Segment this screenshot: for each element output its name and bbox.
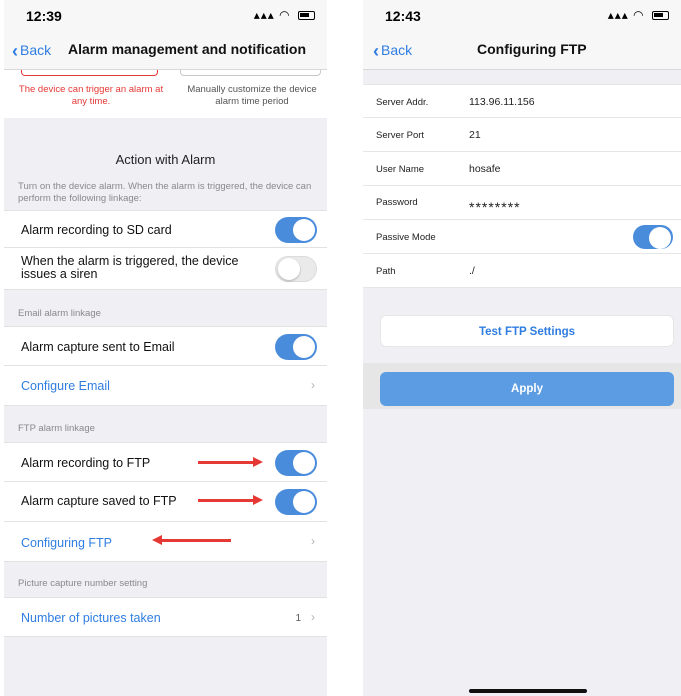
chevron-left-icon: ‹ [373, 41, 379, 61]
server-addr-label: Server Addr. [376, 97, 429, 108]
number-of-pictures-value: 1 [295, 613, 301, 624]
page-title: Alarm management and notification [68, 41, 307, 57]
field-path: Path ./ [363, 254, 681, 288]
number-of-pictures-label: Number of pictures taken [21, 611, 161, 625]
password-label: Password [376, 197, 418, 208]
alarm-type-selector: The device can trigger an alarm at any t… [4, 70, 327, 118]
status-time: 12:39 [26, 8, 62, 24]
wifi-icon: ◠ [633, 8, 645, 22]
row-ftp-capture: Alarm capture saved to FTP [4, 482, 327, 522]
wifi-icon: ◠ [279, 8, 291, 22]
ftp-capture-label: Alarm capture saved to FTP [21, 494, 177, 508]
passive-mode-label: Passive Mode [376, 232, 436, 243]
spacer [363, 70, 681, 84]
passive-mode-toggle[interactable] [633, 225, 673, 249]
picture-section-header: Picture capture number setting [18, 578, 148, 589]
ftp-section-header: FTP alarm linkage [18, 423, 95, 434]
ftp-config-screen: 12:43 ▴▴▴ ◠ ‹ Back Configuring FTP Server… [363, 0, 681, 696]
signal-icon: ▴▴▴ [607, 8, 629, 22]
chevron-right-icon: › [311, 378, 315, 392]
server-addr-input[interactable]: 113.96.11.156 [469, 96, 535, 108]
password-input[interactable]: ******** [469, 199, 521, 215]
back-label: Back [20, 42, 52, 58]
back-label: Back [381, 42, 413, 58]
row-configuring-ftp[interactable]: Configuring FTP › [4, 522, 327, 562]
home-indicator[interactable] [469, 689, 587, 693]
sd-recording-label: Alarm recording to SD card [21, 223, 172, 237]
battery-icon [652, 11, 669, 20]
signal-icon: ▴▴▴ [253, 8, 275, 22]
annotation-arrow-right [198, 495, 263, 505]
configuring-ftp-label: Configuring FTP [21, 536, 113, 550]
test-ftp-settings-button[interactable]: Test FTP Settings [380, 315, 674, 347]
siren-toggle[interactable] [275, 256, 317, 282]
field-server-addr: Server Addr. 113.96.11.156 [363, 84, 681, 118]
field-user-name: User Name hosafe [363, 152, 681, 186]
path-label: Path [376, 266, 396, 277]
apply-button[interactable]: Apply [380, 372, 674, 406]
nav-bar: ‹ Back Alarm management and notification [4, 30, 327, 70]
server-port-label: Server Port [376, 130, 425, 141]
status-icons: ▴▴▴ ◠ [254, 8, 315, 22]
back-button[interactable]: ‹ Back [12, 41, 51, 62]
spacer [363, 289, 681, 313]
field-server-port: Server Port 21 [363, 118, 681, 152]
row-sd-recording: Alarm recording to SD card [4, 210, 327, 248]
chevron-right-icon: › [311, 534, 315, 548]
row-email-capture: Alarm capture sent to Email [4, 326, 327, 366]
status-bar: 12:43 ▴▴▴ ◠ [363, 0, 681, 30]
annotation-arrow-right [198, 457, 263, 467]
status-bar: 12:39 ▴▴▴ ◠ [4, 0, 327, 30]
chevron-left-icon: ‹ [12, 41, 18, 61]
email-section-header: Email alarm linkage [18, 308, 101, 319]
action-title: Action with Alarm [115, 152, 216, 167]
ftp-recording-label: Alarm recording to FTP [21, 456, 151, 470]
alarm-type-option-custom[interactable] [180, 70, 321, 76]
ftp-capture-toggle[interactable] [275, 489, 317, 515]
back-button[interactable]: ‹ Back [373, 41, 412, 62]
user-name-input[interactable]: hosafe [469, 163, 501, 175]
alarm-type-any-time-text: The device can trigger an alarm at any t… [18, 84, 164, 107]
user-name-label: User Name [376, 164, 425, 175]
row-siren: When the alarm is triggered, the device … [4, 248, 327, 290]
path-input[interactable]: ./ [469, 265, 475, 277]
action-description: Turn on the device alarm. When the alarm… [18, 181, 312, 204]
nav-bar: ‹ Back Configuring FTP [363, 30, 681, 70]
siren-label: When the alarm is triggered, the device … [21, 254, 239, 281]
alarm-settings-screen: 12:39 ▴▴▴ ◠ ‹ Back Alarm management and n… [4, 0, 327, 696]
email-capture-label: Alarm capture sent to Email [21, 340, 175, 354]
row-ftp-recording: Alarm recording to FTP [4, 442, 327, 482]
alarm-type-option-any-time[interactable] [21, 70, 158, 76]
sd-recording-toggle[interactable] [275, 217, 317, 243]
status-time: 12:43 [385, 8, 421, 24]
page-title: Configuring FTP [477, 41, 587, 57]
row-number-of-pictures[interactable]: Number of pictures taken 1 › [4, 597, 327, 637]
alarm-type-custom-text: Manually customize the device alarm time… [187, 84, 317, 107]
field-password: Password ******** [363, 186, 681, 220]
empty-area [363, 409, 681, 696]
status-icons: ▴▴▴ ◠ [608, 8, 669, 22]
server-port-input[interactable]: 21 [469, 129, 481, 141]
email-capture-toggle[interactable] [275, 334, 317, 360]
ftp-recording-toggle[interactable] [275, 450, 317, 476]
configure-email-label: Configure Email [21, 379, 110, 393]
row-configure-email[interactable]: Configure Email › [4, 366, 327, 406]
field-passive-mode: Passive Mode [363, 220, 681, 254]
annotation-arrow-left [152, 535, 231, 545]
battery-icon [298, 11, 315, 20]
chevron-right-icon: › [311, 610, 315, 624]
